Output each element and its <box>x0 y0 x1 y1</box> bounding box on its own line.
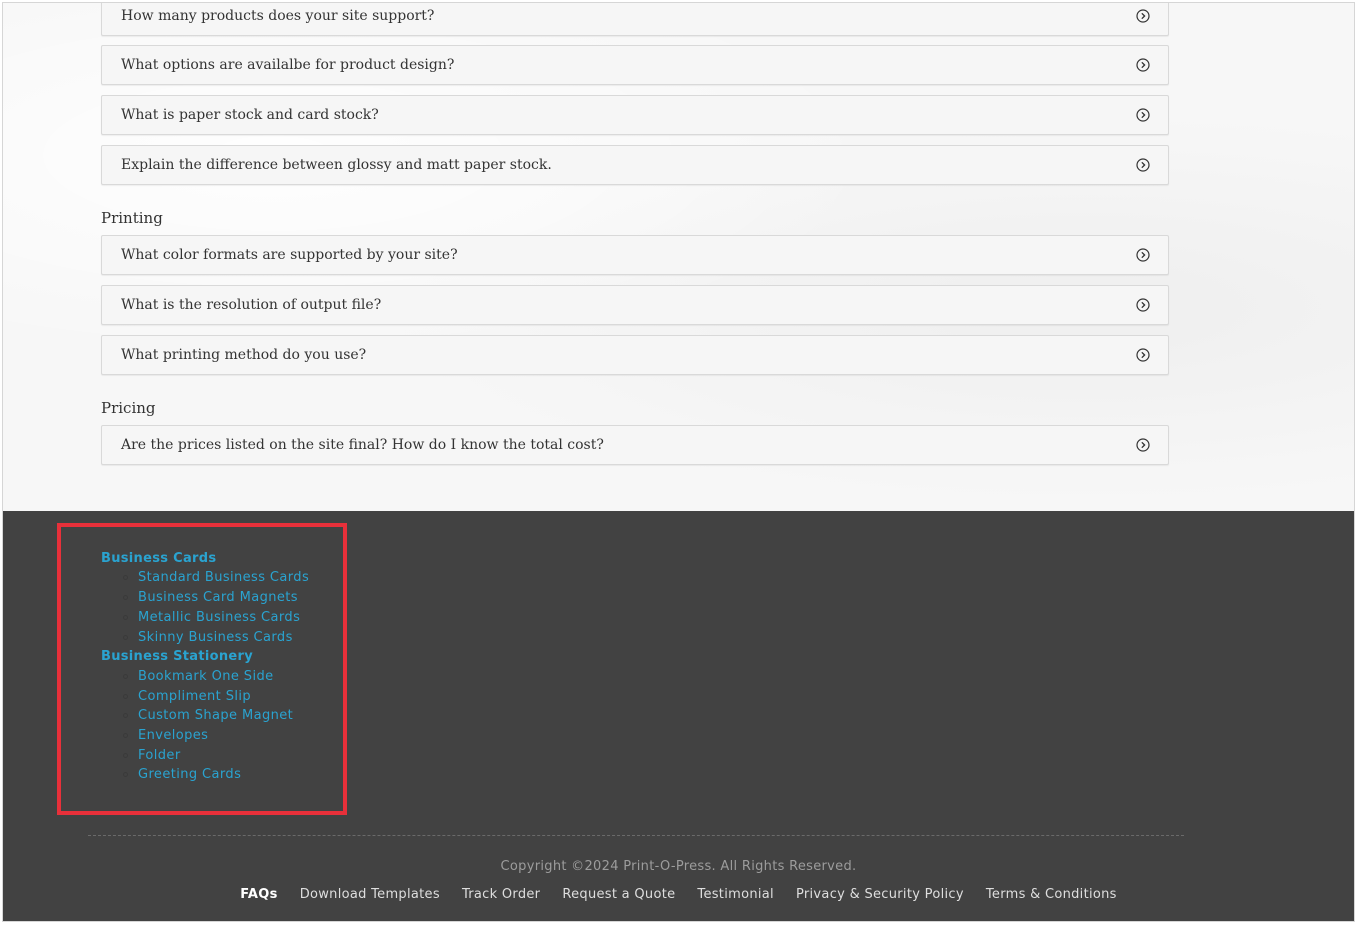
faq-question: What printing method do you use? <box>121 347 367 363</box>
list-bullet <box>123 575 128 580</box>
chevron-circle-right-icon <box>1136 158 1150 172</box>
list-bullet <box>123 615 128 620</box>
footer-link[interactable]: Metallic Business Cards <box>138 610 300 625</box>
faq-item[interactable]: What printing method do you use? <box>101 335 1169 375</box>
site-footer: Business Cards Standard Business Cards B… <box>3 511 1354 921</box>
list-bullet <box>123 674 128 679</box>
chevron-circle-right-icon <box>1136 58 1150 72</box>
footer-category-business-stationery[interactable]: Business Stationery <box>101 649 253 664</box>
page-frame: How many products does your site support… <box>2 2 1355 922</box>
faq-question: Are the prices listed on the site final?… <box>121 437 604 453</box>
faq-item[interactable]: What color formats are supported by your… <box>101 235 1169 275</box>
list-bullet <box>123 753 128 758</box>
chevron-circle-right-icon <box>1136 248 1150 262</box>
faq-item[interactable]: Are the prices listed on the site final?… <box>101 425 1169 465</box>
faq-item[interactable]: What options are availalbe for product d… <box>101 45 1169 85</box>
list-bullet <box>123 694 128 699</box>
footer-nav-terms[interactable]: Terms & Conditions <box>986 887 1117 902</box>
faq-category-heading: Pricing <box>101 399 156 417</box>
faq-item[interactable]: Explain the difference between glossy an… <box>101 145 1169 185</box>
faq-item[interactable]: How many products does your site support… <box>101 3 1169 36</box>
footer-link[interactable]: Compliment Slip <box>138 689 251 704</box>
footer-link[interactable]: Envelopes <box>138 728 208 743</box>
chevron-circle-right-icon <box>1136 298 1150 312</box>
copyright-text: Copyright ©2024 Print-O-Press. All Right… <box>500 859 857 874</box>
footer-nav-testimonial[interactable]: Testimonial <box>697 887 774 902</box>
footer-nav-download-templates[interactable]: Download Templates <box>300 887 440 902</box>
footer-divider <box>88 835 1184 836</box>
list-bullet <box>123 733 128 738</box>
footer-nav-faqs[interactable]: FAQs <box>240 887 277 902</box>
list-bullet <box>123 772 128 777</box>
chevron-circle-right-icon <box>1136 438 1150 452</box>
chevron-circle-right-icon <box>1136 9 1150 23</box>
footer-link[interactable]: Custom Shape Magnet <box>138 708 293 723</box>
faq-question: What is paper stock and card stock? <box>121 107 379 123</box>
faq-question: Explain the difference between glossy an… <box>121 157 552 173</box>
list-bullet <box>123 713 128 718</box>
footer-link[interactable]: Folder <box>138 748 181 763</box>
faq-question: What options are availalbe for product d… <box>121 57 455 73</box>
footer-nav-request-quote[interactable]: Request a Quote <box>562 887 675 902</box>
faq-category-heading: Printing <box>101 209 163 227</box>
footer-category-business-cards[interactable]: Business Cards <box>101 551 216 566</box>
footer-link[interactable]: Greeting Cards <box>138 767 241 782</box>
footer-nav-track-order[interactable]: Track Order <box>462 887 540 902</box>
footer-link[interactable]: Standard Business Cards <box>138 570 309 585</box>
chevron-circle-right-icon <box>1136 108 1150 122</box>
footer-link[interactable]: Bookmark One Side <box>138 669 274 684</box>
list-bullet <box>123 635 128 640</box>
footer-nav: FAQs Download Templates Track Order Requ… <box>3 887 1354 902</box>
faq-item[interactable]: What is paper stock and card stock? <box>101 95 1169 135</box>
faq-question: What color formats are supported by your… <box>121 247 458 263</box>
faq-item[interactable]: What is the resolution of output file? <box>101 285 1169 325</box>
faq-question: How many products does your site support… <box>121 8 435 24</box>
faq-question: What is the resolution of output file? <box>121 297 382 313</box>
footer-link[interactable]: Skinny Business Cards <box>138 630 293 645</box>
footer-link[interactable]: Business Card Magnets <box>138 590 298 605</box>
list-bullet <box>123 595 128 600</box>
chevron-circle-right-icon <box>1136 348 1150 362</box>
footer-nav-privacy-policy[interactable]: Privacy & Security Policy <box>796 887 964 902</box>
faq-content: How many products does your site support… <box>3 3 1354 511</box>
